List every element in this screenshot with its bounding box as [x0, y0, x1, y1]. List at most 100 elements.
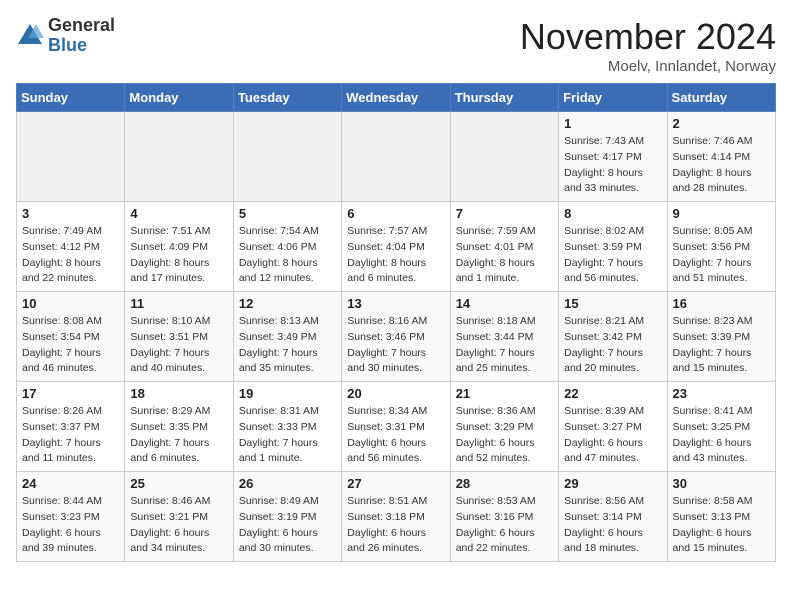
- calendar-cell: 24 Sunrise: 8:44 AM Sunset: 3:23 PM Dayli…: [17, 472, 125, 562]
- day-detail: Sunrise: 8:34 AM Sunset: 3:31 PM Dayligh…: [347, 404, 444, 467]
- day-number: 12: [239, 296, 336, 311]
- calendar-cell: 5 Sunrise: 7:54 AM Sunset: 4:06 PM Daylig…: [233, 202, 341, 292]
- day-detail: Sunrise: 8:41 AM Sunset: 3:25 PM Dayligh…: [673, 404, 770, 467]
- calendar-cell: 11Sunrise: 8:10 AM Sunset: 3:51 PM Dayli…: [125, 292, 233, 382]
- day-detail: Sunrise: 7:49 AM Sunset: 4:12 PM Dayligh…: [22, 224, 119, 287]
- day-detail: Sunrise: 8:53 AM Sunset: 3:16 PM Dayligh…: [456, 494, 553, 557]
- day-detail: Sunrise: 7:54 AM Sunset: 4:06 PM Dayligh…: [239, 224, 336, 287]
- day-detail: Sunrise: 8:29 AM Sunset: 3:35 PM Dayligh…: [130, 404, 227, 467]
- calendar-cell: 27 Sunrise: 8:51 AM Sunset: 3:18 PM Dayli…: [342, 472, 450, 562]
- weekday-header-tuesday: Tuesday: [233, 84, 341, 112]
- day-detail: Sunrise: 7:51 AM Sunset: 4:09 PM Dayligh…: [130, 224, 227, 287]
- title-area: November 2024 Moelv, Innlandet, Norway: [520, 16, 776, 75]
- calendar-cell: 2 Sunrise: 7:46 AM Sunset: 4:14 PM Daylig…: [667, 112, 775, 202]
- calendar-cell: [17, 112, 125, 202]
- day-detail: Sunrise: 8:05 AM Sunset: 3:56 PM Dayligh…: [673, 224, 770, 287]
- logo-blue-text: Blue: [48, 35, 87, 55]
- calendar-cell: 23 Sunrise: 8:41 AM Sunset: 3:25 PM Dayli…: [667, 382, 775, 472]
- calendar-cell: [450, 112, 558, 202]
- day-number: 11: [130, 296, 227, 311]
- day-number: 6: [347, 206, 444, 221]
- calendar-cell: [342, 112, 450, 202]
- day-number: 4: [130, 206, 227, 221]
- week-row-4: 24 Sunrise: 8:44 AM Sunset: 3:23 PM Dayli…: [17, 472, 776, 562]
- calendar-cell: 29 Sunrise: 8:56 AM Sunset: 3:14 PM Dayli…: [559, 472, 667, 562]
- day-number: 19: [239, 386, 336, 401]
- day-number: 28: [456, 476, 553, 491]
- day-detail: Sunrise: 7:59 AM Sunset: 4:01 PM Dayligh…: [456, 224, 553, 287]
- calendar-cell: 30Sunrise: 8:58 AM Sunset: 3:13 PM Dayli…: [667, 472, 775, 562]
- day-number: 7: [456, 206, 553, 221]
- day-detail: Sunrise: 8:49 AM Sunset: 3:19 PM Dayligh…: [239, 494, 336, 557]
- day-number: 2: [673, 116, 770, 131]
- day-detail: Sunrise: 8:51 AM Sunset: 3:18 PM Dayligh…: [347, 494, 444, 557]
- location: Moelv, Innlandet, Norway: [520, 58, 776, 75]
- day-number: 24: [22, 476, 119, 491]
- header: General Blue November 2024 Moelv, Innlan…: [16, 16, 776, 75]
- month-title: November 2024: [520, 16, 776, 58]
- calendar-cell: 20 Sunrise: 8:34 AM Sunset: 3:31 PM Dayli…: [342, 382, 450, 472]
- day-number: 29: [564, 476, 661, 491]
- day-detail: Sunrise: 8:08 AM Sunset: 3:54 PM Dayligh…: [22, 314, 119, 377]
- day-number: 16: [673, 296, 770, 311]
- weekday-header-saturday: Saturday: [667, 84, 775, 112]
- day-number: 9: [673, 206, 770, 221]
- day-number: 13: [347, 296, 444, 311]
- weekday-header-sunday: Sunday: [17, 84, 125, 112]
- week-row-0: 1 Sunrise: 7:43 AM Sunset: 4:17 PM Daylig…: [17, 112, 776, 202]
- calendar-cell: 9 Sunrise: 8:05 AM Sunset: 3:56 PM Daylig…: [667, 202, 775, 292]
- day-detail: Sunrise: 8:16 AM Sunset: 3:46 PM Dayligh…: [347, 314, 444, 377]
- calendar-cell: 3 Sunrise: 7:49 AM Sunset: 4:12 PM Daylig…: [17, 202, 125, 292]
- calendar-cell: 16 Sunrise: 8:23 AM Sunset: 3:39 PM Dayli…: [667, 292, 775, 382]
- calendar-cell: 14 Sunrise: 8:18 AM Sunset: 3:44 PM Dayli…: [450, 292, 558, 382]
- day-number: 23: [673, 386, 770, 401]
- calendar-cell: 26Sunrise: 8:49 AM Sunset: 3:19 PM Dayli…: [233, 472, 341, 562]
- logo-icon: [16, 22, 44, 50]
- calendar-cell: 12 Sunrise: 8:13 AM Sunset: 3:49 PM Dayli…: [233, 292, 341, 382]
- day-detail: Sunrise: 8:58 AM Sunset: 3:13 PM Dayligh…: [673, 494, 770, 557]
- day-number: 5: [239, 206, 336, 221]
- calendar-cell: 17 Sunrise: 8:26 AM Sunset: 3:37 PM Dayli…: [17, 382, 125, 472]
- day-detail: Sunrise: 8:13 AM Sunset: 3:49 PM Dayligh…: [239, 314, 336, 377]
- day-detail: Sunrise: 8:31 AM Sunset: 3:33 PM Dayligh…: [239, 404, 336, 467]
- week-row-3: 17 Sunrise: 8:26 AM Sunset: 3:37 PM Dayli…: [17, 382, 776, 472]
- day-detail: Sunrise: 7:46 AM Sunset: 4:14 PM Dayligh…: [673, 134, 770, 197]
- calendar-cell: 22Sunrise: 8:39 AM Sunset: 3:27 PM Dayli…: [559, 382, 667, 472]
- day-detail: Sunrise: 8:23 AM Sunset: 3:39 PM Dayligh…: [673, 314, 770, 377]
- day-number: 27: [347, 476, 444, 491]
- weekday-header-wednesday: Wednesday: [342, 84, 450, 112]
- day-number: 15: [564, 296, 661, 311]
- calendar-cell: 13 Sunrise: 8:16 AM Sunset: 3:46 PM Dayli…: [342, 292, 450, 382]
- weekday-header-friday: Friday: [559, 84, 667, 112]
- day-number: 1: [564, 116, 661, 131]
- logo-general-text: General: [48, 15, 115, 35]
- day-detail: Sunrise: 8:26 AM Sunset: 3:37 PM Dayligh…: [22, 404, 119, 467]
- day-detail: Sunrise: 8:21 AM Sunset: 3:42 PM Dayligh…: [564, 314, 661, 377]
- day-number: 20: [347, 386, 444, 401]
- day-detail: Sunrise: 8:02 AM Sunset: 3:59 PM Dayligh…: [564, 224, 661, 287]
- day-detail: Sunrise: 8:36 AM Sunset: 3:29 PM Dayligh…: [456, 404, 553, 467]
- calendar-cell: 25 Sunrise: 8:46 AM Sunset: 3:21 PM Dayli…: [125, 472, 233, 562]
- calendar-cell: [233, 112, 341, 202]
- day-number: 17: [22, 386, 119, 401]
- weekday-header-thursday: Thursday: [450, 84, 558, 112]
- calendar-cell: 1 Sunrise: 7:43 AM Sunset: 4:17 PM Daylig…: [559, 112, 667, 202]
- day-detail: Sunrise: 8:39 AM Sunset: 3:27 PM Dayligh…: [564, 404, 661, 467]
- day-detail: Sunrise: 8:44 AM Sunset: 3:23 PM Dayligh…: [22, 494, 119, 557]
- day-detail: Sunrise: 7:43 AM Sunset: 4:17 PM Dayligh…: [564, 134, 661, 197]
- weekday-header-monday: Monday: [125, 84, 233, 112]
- day-number: 8: [564, 206, 661, 221]
- day-detail: Sunrise: 8:18 AM Sunset: 3:44 PM Dayligh…: [456, 314, 553, 377]
- day-detail: Sunrise: 8:46 AM Sunset: 3:21 PM Dayligh…: [130, 494, 227, 557]
- day-number: 3: [22, 206, 119, 221]
- calendar-cell: 6Sunrise: 7:57 AM Sunset: 4:04 PM Daylig…: [342, 202, 450, 292]
- day-number: 14: [456, 296, 553, 311]
- calendar-cell: 7 Sunrise: 7:59 AM Sunset: 4:01 PM Daylig…: [450, 202, 558, 292]
- day-number: 25: [130, 476, 227, 491]
- calendar-table: SundayMondayTuesdayWednesdayThursdayFrid…: [16, 83, 776, 562]
- calendar-cell: 28 Sunrise: 8:53 AM Sunset: 3:16 PM Dayli…: [450, 472, 558, 562]
- day-number: 10: [22, 296, 119, 311]
- week-row-2: 10 Sunrise: 8:08 AM Sunset: 3:54 PM Dayli…: [17, 292, 776, 382]
- calendar-cell: 15 Sunrise: 8:21 AM Sunset: 3:42 PM Dayli…: [559, 292, 667, 382]
- day-detail: Sunrise: 8:56 AM Sunset: 3:14 PM Dayligh…: [564, 494, 661, 557]
